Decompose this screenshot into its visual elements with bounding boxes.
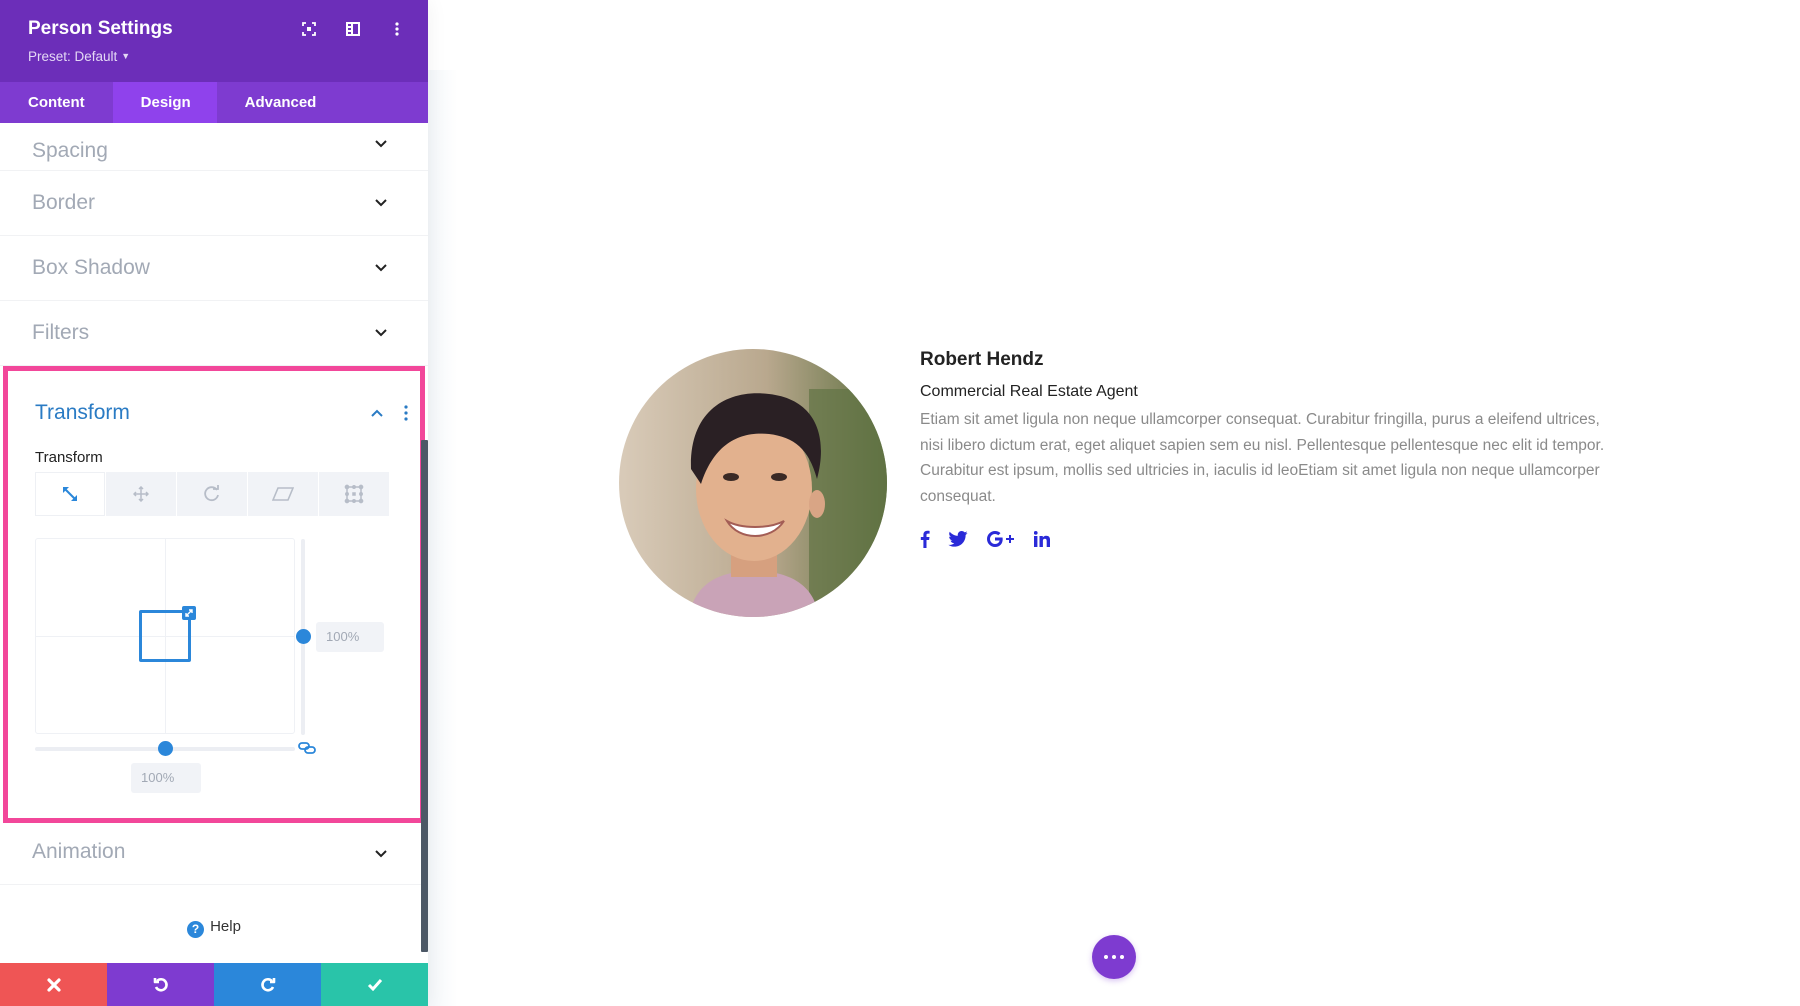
dot bbox=[1120, 955, 1124, 959]
section-label: Border bbox=[32, 191, 96, 214]
design-sections: Spacing Border Box Shadow Filters bbox=[0, 123, 428, 366]
transform-preview-grid bbox=[35, 538, 295, 734]
preset-dropdown[interactable]: Preset: Default ▼ bbox=[28, 49, 130, 64]
section-label: Animation bbox=[32, 840, 126, 863]
social-links bbox=[920, 530, 1050, 548]
scale-icon bbox=[63, 487, 77, 501]
section-transform: Transform Transform 100% 100% bbox=[3, 366, 425, 823]
help-label: Help bbox=[210, 918, 241, 935]
chevron-down-icon bbox=[375, 329, 387, 337]
tab-advanced[interactable]: Advanced bbox=[217, 82, 345, 123]
translate-tool[interactable] bbox=[106, 472, 176, 516]
section-title[interactable]: Transform bbox=[35, 401, 130, 425]
scale-handle-icon[interactable] bbox=[182, 606, 196, 620]
dot bbox=[1112, 955, 1116, 959]
skew-tool[interactable] bbox=[248, 472, 318, 516]
scale-x-slider-handle[interactable] bbox=[158, 741, 173, 756]
more-vertical-icon[interactable] bbox=[388, 20, 406, 38]
section-spacing[interactable]: Spacing bbox=[0, 123, 428, 171]
origin-icon bbox=[344, 484, 364, 504]
section-label: Spacing bbox=[32, 139, 108, 162]
panel-scrollbar[interactable] bbox=[421, 440, 428, 952]
chevron-down-icon bbox=[375, 264, 387, 272]
google-plus-icon[interactable] bbox=[986, 530, 1016, 548]
section-label: Filters bbox=[32, 321, 90, 344]
cancel-button[interactable] bbox=[0, 963, 107, 1006]
help-link[interactable]: ? Help bbox=[0, 918, 428, 938]
transform-tool-tabs bbox=[35, 472, 389, 516]
person-position: Commercial Real Estate Agent bbox=[920, 383, 1138, 400]
help-icon: ? bbox=[187, 921, 205, 938]
rotate-icon bbox=[204, 485, 219, 502]
person-bio: Etiam sit amet ligula non neque ullamcor… bbox=[920, 411, 1605, 505]
section-box-shadow[interactable]: Box Shadow bbox=[0, 236, 428, 301]
facebook-icon[interactable] bbox=[920, 530, 930, 548]
scale-x-input[interactable]: 100% bbox=[131, 763, 201, 793]
split-view-icon[interactable] bbox=[344, 20, 362, 38]
transform-label: Transform bbox=[35, 449, 103, 466]
caret-down-icon: ▼ bbox=[121, 51, 131, 61]
translate-icon bbox=[133, 486, 149, 502]
canvas-edge-shadow bbox=[428, 70, 458, 1006]
skew-icon bbox=[272, 487, 294, 501]
redo-button[interactable] bbox=[214, 963, 321, 1006]
undo-button[interactable] bbox=[107, 963, 214, 1006]
linkedin-icon[interactable] bbox=[1034, 531, 1050, 547]
scale-y-input[interactable]: 100% bbox=[316, 622, 384, 652]
link-icon[interactable] bbox=[298, 741, 316, 755]
scale-y-slider-handle[interactable] bbox=[296, 629, 311, 644]
chevron-up-icon[interactable] bbox=[370, 408, 384, 418]
section-label: Box Shadow bbox=[32, 256, 150, 279]
person-name: Robert Hendz bbox=[920, 349, 1044, 370]
chevron-down-icon bbox=[375, 140, 387, 148]
undo-icon bbox=[153, 977, 168, 992]
settings-panel: Person Settings Preset: Default ▼ Content… bbox=[0, 0, 428, 1006]
focus-mode-icon[interactable] bbox=[300, 20, 318, 38]
check-icon bbox=[367, 979, 382, 991]
more-vertical-icon[interactable] bbox=[404, 405, 408, 421]
tab-content[interactable]: Content bbox=[0, 82, 113, 123]
section-animation[interactable]: Animation bbox=[0, 823, 428, 885]
panel-tabs: Content Design Advanced bbox=[0, 82, 428, 123]
save-button[interactable] bbox=[321, 963, 428, 1006]
panel-action-bar bbox=[0, 963, 428, 1006]
dot bbox=[1104, 955, 1108, 959]
preset-label: Preset: Default bbox=[28, 49, 118, 64]
chevron-down-icon bbox=[375, 850, 387, 858]
twitter-icon[interactable] bbox=[948, 531, 968, 547]
tab-design[interactable]: Design bbox=[112, 82, 217, 123]
section-border[interactable]: Border bbox=[0, 171, 428, 236]
scale-tool[interactable] bbox=[35, 472, 105, 516]
person-avatar[interactable] bbox=[619, 349, 887, 617]
chevron-down-icon bbox=[375, 199, 387, 207]
panel-header: Person Settings Preset: Default ▼ bbox=[0, 0, 428, 82]
origin-tool[interactable] bbox=[319, 472, 389, 516]
page-settings-fab[interactable] bbox=[1092, 935, 1136, 979]
rotate-tool[interactable] bbox=[177, 472, 247, 516]
close-icon bbox=[46, 977, 61, 992]
section-filters[interactable]: Filters bbox=[0, 301, 428, 366]
redo-icon bbox=[260, 977, 275, 992]
